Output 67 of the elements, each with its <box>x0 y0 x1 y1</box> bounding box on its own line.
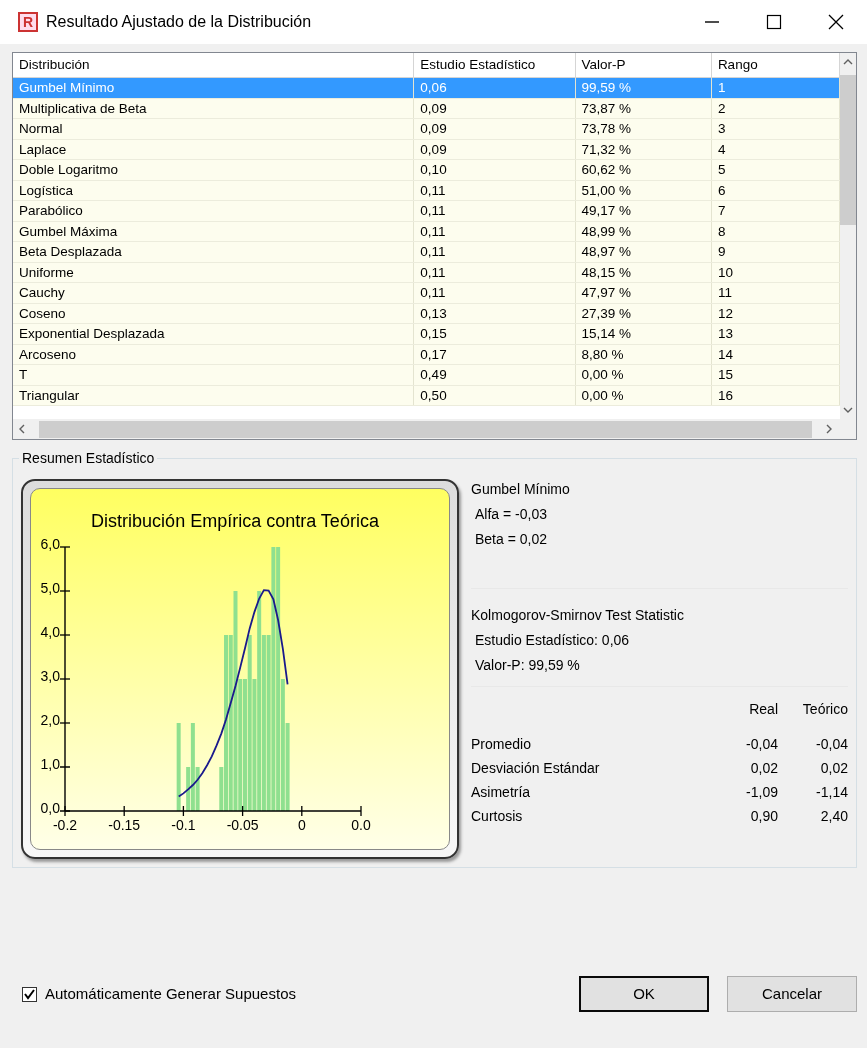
parameter-text: Alfa = -0,03 <box>474 505 548 524</box>
test-title: Kolmogorov-Smirnov Test Statistic <box>471 606 685 625</box>
table-cell[interactable]: Doble Logaritmo <box>13 159 414 181</box>
y-tick-label: 1,0 <box>40 756 60 772</box>
y-tick-label: 0,0 <box>40 800 60 816</box>
maximize-icon <box>766 14 782 30</box>
window-title: Resultado Ajustado de la Distribución <box>46 12 313 32</box>
vertical-scrollbar[interactable] <box>840 53 856 419</box>
table-cell[interactable]: Cauchy <box>13 282 414 304</box>
stat-value: 2,40 <box>819 807 848 826</box>
test-result: Valor-P: 99,59 % <box>474 656 581 675</box>
stat-column-header: Teórico <box>801 700 848 719</box>
cancel-button[interactable]: Cancelar <box>727 976 857 1012</box>
table-cell[interactable]: Uniforme <box>13 262 414 283</box>
minimize-icon <box>704 21 720 23</box>
stat-label: Desviación Estándar <box>471 759 601 778</box>
parameter-text: Beta = 0,02 <box>474 530 548 549</box>
close-icon <box>828 14 844 30</box>
stat-label: Curtosis <box>471 807 524 826</box>
y-tick-label: 4,0 <box>40 624 60 640</box>
table-cell[interactable]: Beta Desplazada <box>13 241 414 263</box>
x-tick-label: -0.15 <box>108 817 141 833</box>
stat-value: 0,90 <box>749 807 778 826</box>
y-tick-label: 3,0 <box>40 668 60 684</box>
table-cell[interactable]: Arcoseno <box>13 344 414 365</box>
stat-column-header: Real <box>748 700 778 719</box>
stat-value: -1,14 <box>815 783 848 802</box>
stat-label: Promedio <box>471 735 532 754</box>
x-tick-label: 0 <box>297 817 306 833</box>
x-tick-label: -0.1 <box>171 817 196 833</box>
distribution-name: Gumbel Mínimo <box>471 480 571 499</box>
table-cell[interactable]: Multiplicativa de Beta <box>13 98 414 119</box>
stat-value: 0,02 <box>819 759 848 778</box>
column-header[interactable]: Rango <box>711 53 840 78</box>
column-header[interactable]: Valor-P <box>575 53 712 78</box>
column-header[interactable]: Distribución <box>13 53 414 78</box>
stat-value: -0,04 <box>745 735 778 754</box>
x-tick-label: 0.0 <box>351 817 371 833</box>
y-tick-label: 2,0 <box>40 712 60 728</box>
test-result: Estudio Estadístico: 0,06 <box>474 631 631 650</box>
table-cell[interactable]: Triangular <box>13 385 414 406</box>
horizontal-scrollbar[interactable] <box>13 419 856 439</box>
column-header[interactable]: Estudio Estadístico <box>413 53 575 78</box>
table-cell[interactable]: Parabólico <box>13 200 414 222</box>
stat-value: 0,02 <box>749 759 778 778</box>
table-cell[interactable]: Gumbel Máxima <box>13 221 414 242</box>
table-cell[interactable]: T <box>13 364 414 386</box>
app-logo: R <box>18 12 38 32</box>
stat-label: Asimetría <box>471 783 532 802</box>
scrollbar-thumb[interactable] <box>840 75 856 225</box>
ok-button[interactable]: OK <box>579 976 709 1012</box>
stat-value: -0,04 <box>815 735 848 754</box>
y-tick-label: 6,0 <box>40 536 60 552</box>
chart-title: Distribución Empírica contra Teórica <box>91 511 379 531</box>
checkbox[interactable] <box>22 986 37 1002</box>
table-cell[interactable]: Coseno <box>13 303 414 324</box>
x-tick-label: -0.05 <box>226 817 259 833</box>
table-cell[interactable]: Exponential Desplazada <box>13 323 414 345</box>
check-icon <box>24 988 35 1000</box>
table-cell[interactable]: Laplace <box>13 139 414 160</box>
y-tick-label: 5,0 <box>40 580 60 596</box>
scrollbar-thumb[interactable] <box>39 420 812 438</box>
checkbox-label: Automáticamente Generar Supuestos <box>45 983 296 1004</box>
x-tick-label: -0.2 <box>52 817 78 833</box>
table-cell[interactable]: Logística <box>13 180 414 201</box>
table-cell[interactable]: Normal <box>13 118 414 140</box>
stat-value: -1,09 <box>745 783 778 802</box>
